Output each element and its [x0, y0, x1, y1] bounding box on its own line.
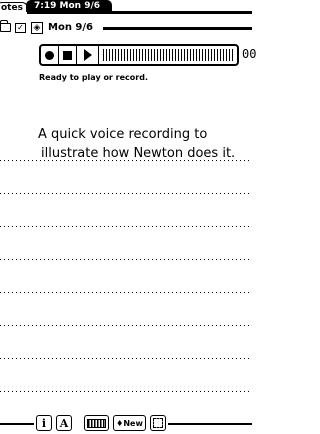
ruled-line: [0, 358, 252, 359]
info-button[interactable]: i: [36, 415, 52, 431]
notes-tab[interactable]: otes: [0, 2, 28, 14]
note-line: A quick voice recording to: [38, 127, 208, 142]
time-counter: 00: [242, 47, 257, 61]
header-rule: [103, 27, 252, 30]
slots-button[interactable]: [150, 415, 166, 431]
ruled-line: [0, 160, 252, 161]
level-meter: [103, 49, 235, 61]
note-date[interactable]: Mon 9/6: [48, 20, 93, 36]
note-text[interactable]: A quick voice recording to illustrate ho…: [38, 125, 250, 163]
ruled-line: [0, 226, 252, 227]
recorder-status: Ready to play or record.: [39, 73, 148, 82]
ruled-paper[interactable]: [0, 160, 252, 408]
ruled-line: [0, 259, 252, 260]
checkbox-icon[interactable]: ✓: [15, 23, 26, 33]
keyboard-icon: [87, 418, 106, 428]
play-icon: [83, 49, 92, 61]
bottom-rule-right: [168, 423, 252, 425]
stop-button[interactable]: [59, 46, 77, 64]
bottom-bar: i A ♦New: [0, 414, 252, 434]
stamp-icon[interactable]: ◈: [31, 22, 43, 34]
ruled-line: [0, 391, 252, 392]
ruled-line: [0, 325, 252, 326]
clock-tab[interactable]: 7:19 Mon 9/6: [26, 0, 112, 12]
record-icon: [45, 50, 54, 60]
styles-button[interactable]: A: [56, 415, 72, 431]
keyboard-button[interactable]: [84, 415, 109, 431]
play-button[interactable]: [77, 46, 99, 64]
sound-recorder: [39, 44, 239, 66]
note-header: ✓ ◈ Mon 9/6: [0, 20, 252, 36]
new-button[interactable]: ♦New: [113, 415, 146, 431]
bottom-rule-left: [0, 423, 34, 425]
record-button[interactable]: [41, 46, 59, 64]
stop-icon: [63, 50, 72, 60]
grid-icon: [153, 418, 163, 428]
ruled-line: [0, 193, 252, 194]
ruled-line: [0, 292, 252, 293]
top-tab-strip: otes 7:19 Mon 9/6: [0, 0, 252, 14]
folder-icon[interactable]: [0, 20, 11, 32]
